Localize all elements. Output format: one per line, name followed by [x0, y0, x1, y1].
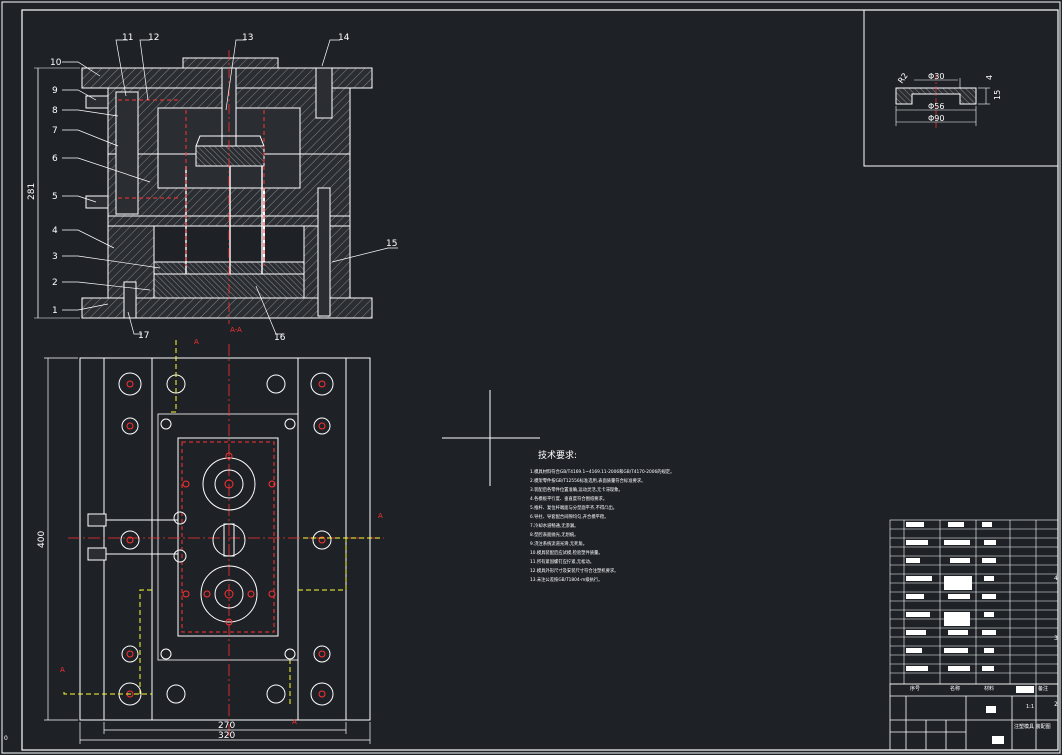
- callout-7: 7: [52, 126, 58, 136]
- callout-3: 3: [52, 252, 58, 262]
- crosshair-cursor[interactable]: [442, 390, 540, 486]
- cooling-fitting: [85, 95, 109, 109]
- section-cut-label-right: A: [378, 512, 383, 520]
- callout-5: 5: [52, 192, 58, 202]
- dim-plan-outer-width: 320: [218, 731, 235, 741]
- callout-14: 14: [338, 33, 350, 43]
- svg-text:3: 3: [1054, 635, 1058, 642]
- tech-line: 11.所有紧固螺钉应拧紧,无松动。: [530, 558, 594, 565]
- tech-line: 10.模具装配后应试模,检验塑件质量。: [530, 549, 603, 556]
- callout-13: 13: [242, 33, 253, 43]
- plan-cavity-insert: [177, 437, 279, 637]
- plan-view: A A A A A-A: [60, 326, 384, 736]
- title-block: [889, 683, 1059, 751]
- tech-line: 12.模具外形尺寸及安装尺寸符合注塑机要求。: [530, 567, 618, 574]
- frame-ticks: 4 3 2 0: [4, 575, 1058, 742]
- tech-line: 5.推杆、复位杆端面与分型面平齐,不得凸出。: [530, 504, 617, 511]
- svg-text:4: 4: [1054, 575, 1058, 582]
- detail-radius: R2: [896, 71, 909, 85]
- drawing-scale: 1:1: [1026, 704, 1034, 710]
- col-material-label: 材料: [984, 685, 994, 692]
- tech-line: 6.导柱、导套配合间隙均匀,开合模平稳。: [530, 513, 609, 520]
- tech-line: 4.各模板平行度、垂直度符合图纸要求。: [530, 495, 607, 502]
- molded-part: [195, 145, 265, 167]
- plan-clamp-plate: [79, 357, 371, 721]
- col-name-label: 名称: [950, 685, 960, 692]
- section-cut-label-bottom: A: [292, 718, 297, 726]
- callout-11: 11: [122, 33, 133, 43]
- col-no-label: 序号: [910, 685, 920, 692]
- callout-6: 6: [52, 154, 58, 164]
- svg-text:2: 2: [1054, 701, 1058, 708]
- tech-line: 7.冷却水道畅通,无渗漏。: [530, 522, 578, 529]
- callout-2: 2: [52, 278, 58, 288]
- tech-line: 1.模具材料符合GB/T4169.1~4169.11-2006和GB/T4170…: [530, 468, 674, 475]
- callout-9: 9: [52, 86, 58, 96]
- tech-line: 3.装配后各零件位置准确,运动灵活,无卡滞现象。: [530, 486, 623, 493]
- callout-15: 15: [386, 239, 397, 249]
- callout-12: 12: [148, 33, 159, 43]
- guide-pillar-left: [115, 91, 139, 215]
- tech-line: 9.浇注系统流道光滑,无死角。: [530, 540, 587, 547]
- socket-screw-top-right: [315, 67, 333, 119]
- section-view-label: A-A: [230, 326, 242, 334]
- cooling-fitting: [85, 195, 109, 209]
- col-remark-label: 备注: [1038, 685, 1048, 692]
- plan-mold-plate: [103, 357, 347, 721]
- callout-16: 16: [274, 333, 286, 343]
- parts-list-fills: [906, 522, 996, 671]
- detail-thickness: 4: [985, 75, 994, 80]
- detail-dia-top: Φ30: [928, 72, 944, 81]
- tech-line: 13.未注公差按GB/T1804-m级执行。: [530, 576, 603, 583]
- part-detail-box: Φ30 Φ56 Φ90 15 4 R2: [863, 9, 1059, 167]
- section-cut-label-left: A: [60, 666, 65, 674]
- guide-pillar-right: [317, 187, 331, 317]
- dim-plan-inner-width: 270: [218, 721, 235, 731]
- cad-drawing-canvas: 281 1 2 3 4 5 6 7 8 9 10 11 12 13 14 15: [1, 1, 1061, 754]
- tech-line: 2.模架零件按GB/T12556标准选用,表面质量符合标准要求。: [530, 477, 645, 484]
- callout-10: 10: [50, 58, 62, 68]
- locating-ring: [182, 57, 279, 69]
- cooling-fittings-plan: [87, 513, 178, 561]
- tech-requirements: 技术要求: 1.模具材料符合GB/T4169.1~4169.11-2006和GB…: [530, 449, 674, 583]
- cooling-channels: [63, 340, 380, 704]
- callout-8: 8: [52, 106, 58, 116]
- section-cut-label-top: A: [194, 338, 199, 346]
- detail-height: 15: [993, 90, 1002, 100]
- plan-runner-block: [157, 413, 299, 661]
- title-block-fills: [986, 686, 1034, 744]
- plan-holes: [118, 372, 334, 706]
- dim-section-height: 281: [27, 183, 37, 200]
- callout-1: 1: [52, 306, 58, 316]
- callout-17: 17: [138, 331, 149, 341]
- drawing-title: 注塑模具 装配图: [1014, 723, 1051, 730]
- detail-dia-bottom: Φ90: [928, 114, 944, 123]
- section-view: [81, 50, 373, 324]
- tech-line: 8.型腔表面抛光,无划痕。: [530, 531, 578, 538]
- callout-4: 4: [52, 226, 58, 236]
- tech-requirements-title: 技术要求:: [538, 449, 577, 461]
- dim-plan-height: 400: [37, 531, 47, 548]
- svg-text:0: 0: [4, 735, 8, 742]
- detail-dia-mid: Φ56: [928, 102, 944, 111]
